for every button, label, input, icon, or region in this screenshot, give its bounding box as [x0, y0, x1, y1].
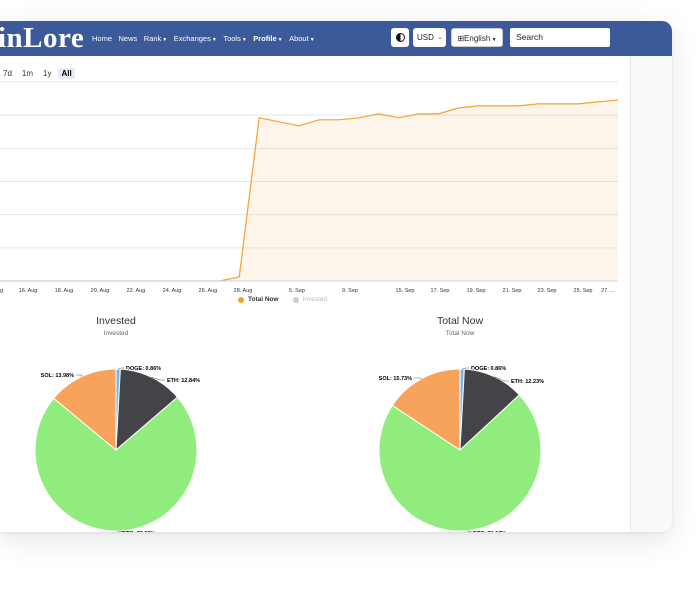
legend-marker-total-now	[238, 296, 244, 303]
legend-item-total-now[interactable]: Total Now	[238, 296, 279, 303]
nav-item-label: Profile	[253, 34, 277, 43]
pie-label-btc: BTC: 71.17%	[473, 531, 506, 532]
nav-item-exchanges[interactable]: Exchanges▼	[174, 34, 217, 43]
top-navbar: inLore Home News Rank▼ Exchanges▼ Tools▼ Prof…	[0, 21, 672, 56]
total-now-pie-title: Total Now	[436, 315, 484, 327]
language-label: English	[464, 34, 491, 43]
legend-item-invested[interactable]: Invested	[292, 296, 328, 303]
nav-item-label: Rank	[143, 34, 162, 43]
currency-value: USD	[417, 33, 434, 42]
pie-label-sol: SOL: 15.73%	[379, 376, 412, 382]
legend-marker-invested	[292, 296, 299, 303]
nav-item-news[interactable]: News	[119, 34, 138, 43]
nav-item-label: News	[118, 34, 138, 43]
invested-pie-title: Invested	[96, 315, 136, 327]
x-tick-label: 18. Aug	[55, 288, 74, 294]
contrast-icon	[395, 33, 405, 42]
nav-item-label: About	[289, 34, 309, 43]
nav-item-home[interactable]: Home	[92, 34, 112, 43]
pie-label-sol: SOL: 13.98%	[41, 373, 74, 379]
brand-logo[interactable]: inLore	[0, 24, 84, 53]
x-tick-label: 21. Sep	[503, 288, 522, 294]
x-tick-label: 16. Aug	[19, 288, 38, 294]
nav-item-label: Exchanges	[173, 34, 211, 43]
x-tick-label: 26. Aug	[199, 288, 218, 294]
chart-legend: Total Now Invested	[238, 296, 327, 303]
x-tick-label: 17. Sep	[431, 288, 450, 294]
caret-down-icon: ▼	[162, 37, 168, 43]
browser-window: inLore Home News Rank▼ Exchanges▼ Tools▼ Prof…	[0, 21, 672, 532]
nav-item-label: Home	[92, 34, 113, 43]
x-tick-label: 22. Aug	[127, 288, 146, 294]
search-placeholder: Search	[516, 32, 543, 42]
portfolio-area-chart: g 16. Aug 18. Aug 20. Aug 22. Aug 24. Aug 26. …	[0, 81, 619, 294]
nav-item-profile[interactable]: Profile▼	[253, 34, 282, 43]
search-input[interactable]: Search	[510, 28, 610, 47]
caret-down-icon: ▼	[241, 37, 247, 43]
x-tick-label: g	[0, 288, 3, 294]
invested-pie-chart: DOGE: 0.86%ETH: 12.84%BTC: 72.32%SOL: 13…	[34, 366, 200, 532]
nav-item-label: Tools	[223, 34, 241, 43]
nav-menu: Home News Rank▼ Exchanges▼ Tools▼ Profile▼ Abo…	[92, 34, 321, 43]
total-now-pie-chart: DOGE: 0.86%ETH: 12.23%BTC: 71.17%SOL: 15…	[378, 366, 544, 532]
x-tick-label: 15. Sep	[396, 288, 415, 294]
pie-connector	[414, 377, 422, 379]
language-dropdown[interactable]: ⊞English ▼	[451, 28, 503, 47]
x-tick-label: 19. Sep	[467, 288, 486, 294]
x-tick-label: 23. Sep	[538, 288, 557, 294]
pie-label-eth: ETH: 12.84%	[167, 378, 200, 384]
chevron-down-icon: ⌄	[437, 34, 443, 41]
x-tick-label: 25. Sep	[574, 288, 593, 294]
x-tick-label: 5. Sep	[289, 288, 305, 294]
total-now-area	[0, 99, 618, 281]
nav-item-about[interactable]: About▼	[289, 34, 315, 43]
nav-item-tools[interactable]: Tools▼	[223, 34, 246, 43]
caret-down-icon: ▼	[490, 37, 497, 43]
nav-item-rank[interactable]: Rank▼	[144, 34, 167, 43]
caret-down-icon: ▼	[211, 37, 217, 43]
pie-label-btc: BTC: 72.32%	[122, 531, 155, 532]
caret-down-icon: ▼	[309, 37, 315, 43]
x-tick-label: 28. Aug	[234, 288, 253, 294]
theme-toggle-button[interactable]	[391, 28, 409, 47]
x-tick-label: 24. Aug	[163, 288, 182, 294]
pie-label-eth: ETH: 12.23%	[511, 379, 544, 385]
x-tick-label: 27. ...	[601, 288, 615, 294]
legend-label-total-now: Total Now	[248, 296, 279, 303]
x-tick-label: 20. Aug	[91, 288, 110, 294]
legend-label-invested: Invested	[302, 296, 328, 303]
side-panel	[630, 56, 672, 532]
x-tick-label: 9. Sep	[342, 288, 358, 294]
caret-down-icon: ▼	[277, 37, 283, 43]
currency-select[interactable]: USD ⌄	[413, 28, 446, 47]
